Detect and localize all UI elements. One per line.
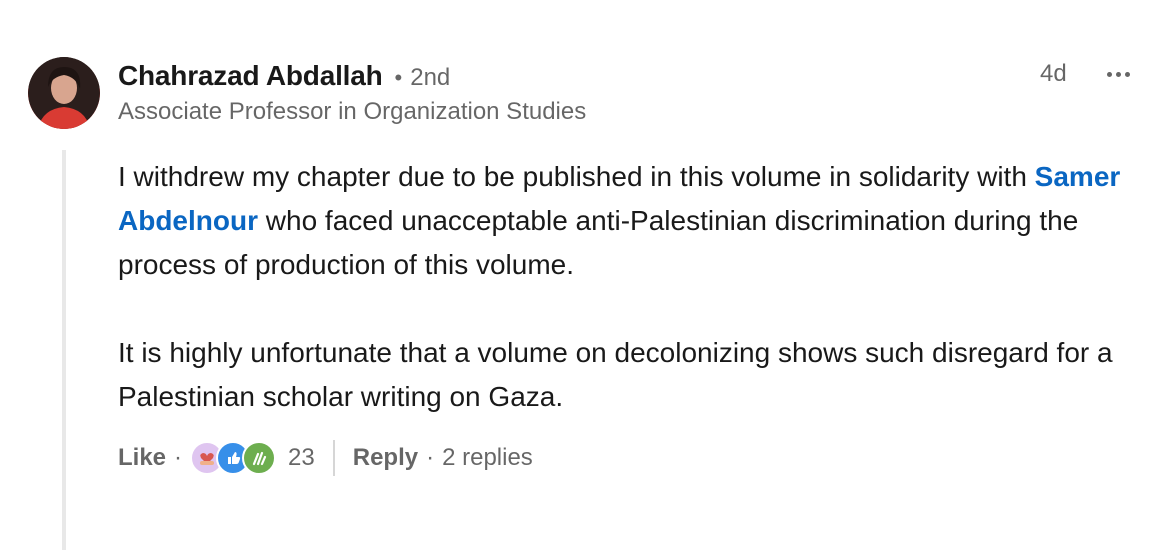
author-name[interactable]: Chahrazad Abdallah — [118, 60, 383, 92]
reaction-count[interactable]: 23 — [288, 444, 315, 472]
separator-dot: · — [174, 444, 183, 471]
thread-line — [62, 150, 66, 550]
author-headline: Associate Professor in Organization Stud… — [118, 98, 587, 125]
comment-paragraph: It is highly unfortunate that a volume o… — [118, 337, 1113, 412]
like-button[interactable]: Like — [118, 444, 166, 472]
reactions-summary[interactable] — [190, 441, 277, 475]
comment-body: I withdrew my chapter due to be publishe… — [118, 155, 1128, 463]
divider — [332, 440, 335, 476]
celebrate-reaction-icon — [242, 441, 277, 475]
reply-button[interactable]: Reply — [353, 444, 418, 472]
avatar[interactable] — [28, 57, 100, 129]
comment-actions: Like · 23 Reply · 2 replies — [118, 440, 533, 476]
timestamp: 4d — [1040, 60, 1067, 87]
comment-paragraph: I withdrew my chapter due to be publishe… — [118, 161, 1121, 280]
more-options-icon[interactable] — [1098, 62, 1138, 86]
comment-header: Chahrazad Abdallah • 2nd — [118, 60, 1140, 92]
replies-link[interactable]: 2 replies — [442, 444, 533, 472]
connection-degree: 2nd — [410, 64, 451, 91]
separator-dot: · — [426, 444, 435, 471]
separator-dot: • — [394, 65, 403, 90]
